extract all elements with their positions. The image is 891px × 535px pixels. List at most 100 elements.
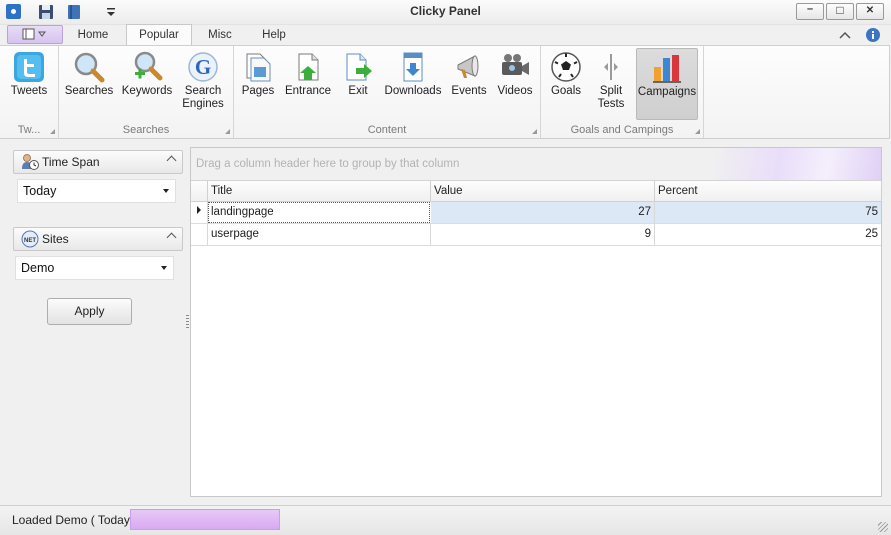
cell-value-text: 27 (638, 206, 651, 218)
cell-title-text: userpage (211, 228, 259, 240)
bar-chart-icon (653, 55, 681, 83)
downloads-button[interactable]: Downloads (384, 48, 442, 118)
maximize-button[interactable] (826, 3, 854, 20)
title-bar: Clicky Panel (0, 0, 891, 25)
split-tests-button[interactable]: Split Tests (591, 48, 631, 118)
resize-grip[interactable] (878, 522, 888, 532)
status-progress-bar (130, 509, 280, 530)
column-title-label: Title (211, 185, 233, 197)
table-row[interactable]: userpage 9 25 (191, 224, 881, 246)
net-globe-icon: NET (21, 230, 39, 248)
dropdown-arrow-icon[interactable] (161, 266, 167, 270)
column-percent-label: Percent (658, 185, 698, 197)
ribbon: Tweets Tw... Searches Keywords G Search … (0, 45, 890, 139)
time-span-combo[interactable]: Today (17, 179, 176, 203)
time-span-title: Time Span (42, 155, 100, 169)
goals-button[interactable]: Goals (546, 48, 586, 118)
cell-percent[interactable]: 25 (655, 224, 881, 245)
group-label-searches: Searches (122, 124, 170, 136)
twitter-icon (14, 52, 44, 82)
group-launcher-goals[interactable] (695, 129, 700, 134)
keywords-label: Keywords (121, 85, 173, 97)
entrance-label: Entrance (284, 85, 332, 97)
ribbon-group-searches: Searches Keywords G Search Engines Searc… (59, 46, 234, 138)
data-grid: Drag a column header here to group by th… (190, 147, 882, 497)
group-launcher-tweets[interactable] (50, 129, 55, 134)
exit-label: Exit (348, 85, 368, 97)
magnifier-plus-icon (134, 51, 163, 81)
downloads-label: Downloads (384, 85, 442, 97)
group-by-hint: Drag a column header here to group by th… (196, 158, 460, 170)
entrance-button[interactable]: Entrance (282, 48, 334, 118)
download-icon (403, 52, 423, 82)
sites-title: Sites (42, 232, 69, 246)
book-icon[interactable] (65, 3, 83, 21)
cell-value[interactable]: 27 (431, 202, 655, 223)
tab-misc[interactable]: Misc (198, 25, 242, 45)
tab-popular[interactable]: Popular (126, 24, 192, 47)
status-text: Loaded Demo ( Today ) (12, 513, 138, 527)
cell-value[interactable]: 9 (431, 224, 655, 245)
cell-percent[interactable]: 75 (655, 202, 881, 223)
tweets-button[interactable]: Tweets (5, 48, 53, 118)
row-indicator-cell (191, 202, 208, 223)
group-by-panel[interactable]: Drag a column header here to group by th… (191, 148, 881, 181)
apply-button[interactable]: Apply (47, 298, 132, 325)
sites-combo[interactable]: Demo (15, 256, 174, 280)
close-button[interactable] (856, 3, 884, 20)
exit-button[interactable]: Exit (338, 48, 378, 118)
application-menu-icon (22, 28, 46, 40)
dropdown-arrow-icon[interactable] (163, 189, 169, 193)
magnifier-icon (74, 52, 105, 83)
minimize-ribbon-icon[interactable] (838, 29, 852, 41)
time-span-panel-header[interactable]: Time Span (13, 150, 183, 174)
search-engines-button[interactable]: G Search Engines (179, 48, 227, 118)
app-icon[interactable] (6, 4, 21, 19)
svg-text:NET: NET (24, 238, 36, 244)
goals-label: Goals (550, 85, 582, 97)
row-indicator-icon (197, 206, 201, 214)
status-bar: Loaded Demo ( Today ) (0, 505, 891, 535)
customize-quick-access-icon[interactable] (102, 3, 120, 21)
split-tests-label: Split Tests (597, 85, 625, 110)
row-indicator-header (191, 181, 208, 202)
splitter-handle[interactable] (186, 315, 189, 329)
campaigns-button[interactable]: Campaigns (636, 48, 698, 120)
minimize-button[interactable] (796, 3, 824, 20)
sites-panel-header[interactable]: NET Sites (13, 227, 183, 251)
campaigns-label: Campaigns (637, 86, 697, 98)
events-label: Events (451, 85, 487, 97)
cell-percent-text: 75 (865, 206, 878, 218)
group-launcher-searches[interactable] (225, 129, 230, 134)
table-row[interactable]: landingpage 27 75 (191, 202, 881, 224)
group-launcher-content[interactable] (532, 129, 537, 134)
split-icon (604, 54, 618, 80)
column-header-percent[interactable]: Percent (655, 181, 882, 202)
events-button[interactable]: Events (447, 48, 491, 118)
pages-icon (246, 53, 271, 82)
chevron-up-icon (166, 155, 177, 166)
cell-title-text: landingpage (211, 206, 274, 218)
ribbon-group-content: Pages Entrance Exit Downloads Events Vid… (234, 46, 541, 138)
cell-title[interactable]: userpage (208, 224, 431, 245)
tab-home[interactable]: Home (67, 25, 119, 45)
chevron-up-icon (166, 232, 177, 243)
cell-title[interactable]: landingpage (208, 202, 430, 223)
cell-value-text: 9 (644, 228, 651, 240)
save-icon[interactable] (37, 3, 55, 21)
searches-button[interactable]: Searches (63, 48, 115, 118)
application-menu-button[interactable] (7, 25, 63, 44)
keywords-button[interactable]: Keywords (119, 48, 175, 118)
exit-icon (346, 53, 372, 81)
tweets-label: Tweets (10, 85, 48, 97)
videos-button[interactable]: Videos (494, 48, 536, 118)
column-header-title[interactable]: Title (208, 181, 431, 202)
column-value-label: Value (434, 185, 463, 197)
info-icon[interactable] (865, 27, 881, 43)
ribbon-group-goals-and-campings: Goals Split Tests Campaigns Goals and Ca… (541, 46, 704, 138)
row-indicator-cell (191, 224, 208, 245)
tab-help[interactable]: Help (250, 25, 298, 45)
column-header-value[interactable]: Value (431, 181, 655, 202)
pages-button[interactable]: Pages (237, 48, 279, 118)
time-span-value: Today (23, 184, 57, 198)
